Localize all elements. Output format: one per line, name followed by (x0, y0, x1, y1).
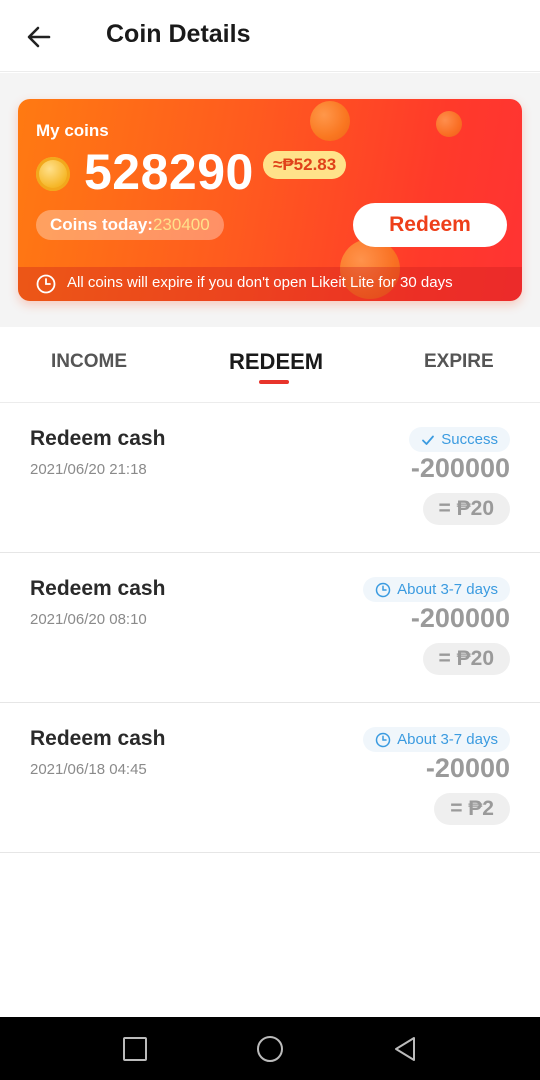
circle-icon (257, 1036, 283, 1062)
coin-icon (36, 157, 70, 191)
transaction-row[interactable]: Redeem cash 2021/06/20 08:10 About 3-7 d… (0, 553, 540, 703)
coins-today-label: Coins today: (50, 215, 153, 234)
system-nav-bar (0, 1017, 540, 1080)
transaction-row[interactable]: Redeem cash 2021/06/20 21:18 Success -20… (0, 403, 540, 553)
tab-income[interactable]: INCOME (51, 351, 127, 373)
transaction-amount: -20000 (425, 753, 510, 783)
check-icon (422, 435, 435, 445)
peso-value-pill: = ₱2 (434, 793, 510, 825)
expire-notice-text: All coins will expire if you don't open … (67, 274, 453, 291)
transaction-title: Redeem cash (30, 577, 166, 600)
transaction-title: Redeem cash (30, 727, 166, 750)
transaction-title: Redeem cash (30, 427, 166, 450)
status-badge: Success (409, 427, 510, 452)
status-badge: About 3-7 days (363, 577, 510, 602)
transaction-amount: -200000 (410, 603, 510, 633)
peso-equivalent-badge: ≈₱52.83 (263, 151, 347, 179)
home-button[interactable] (255, 1034, 285, 1064)
clock-icon (36, 274, 56, 294)
back-button[interactable] (20, 18, 58, 56)
transaction-row[interactable]: Redeem cash 2021/06/18 04:45 About 3-7 d… (0, 703, 540, 853)
triangle-back-icon (395, 1037, 415, 1061)
coin-balance-card: My coins 528290 ≈₱52.83 Coins today:2304… (18, 99, 522, 301)
peso-value-pill: = ₱20 (422, 493, 510, 525)
status-badge: About 3-7 days (363, 727, 510, 752)
transaction-date: 2021/06/18 04:45 (30, 761, 147, 778)
tab-expire[interactable]: EXPIRE (424, 351, 494, 373)
redeem-button[interactable]: Redeem (353, 203, 507, 247)
coins-today-value: 230400 (152, 215, 210, 234)
status-text: About 3-7 days (397, 581, 498, 598)
arrow-left-icon (27, 26, 51, 48)
tab-bar: INCOME REDEEM EXPIRE (0, 327, 540, 403)
transaction-date: 2021/06/20 21:18 (30, 461, 147, 478)
transaction-date: 2021/06/20 08:10 (30, 611, 147, 628)
active-tab-indicator (259, 380, 289, 384)
expire-notice-bar: All coins will expire if you don't open … (18, 267, 522, 301)
decorative-coin-icon (310, 101, 350, 141)
app-header: Coin Details (0, 0, 540, 72)
coins-today-pill: Coins today:230400 (36, 210, 224, 240)
status-text: About 3-7 days (397, 731, 498, 748)
square-icon (123, 1037, 147, 1061)
coin-balance: 528290 (84, 144, 254, 200)
page-title: Coin Details (106, 20, 251, 48)
clock-icon (375, 732, 391, 747)
decorative-coin-icon (436, 111, 462, 137)
status-text: Success (441, 431, 498, 448)
tab-redeem[interactable]: REDEEM (229, 349, 323, 375)
coin-card-section: My coins 528290 ≈₱52.83 Coins today:2304… (0, 73, 540, 327)
peso-value-pill: = ₱20 (422, 643, 510, 675)
recents-button[interactable] (120, 1034, 150, 1064)
transaction-amount: -200000 (410, 453, 510, 483)
my-coins-label: My coins (36, 121, 109, 140)
back-nav-button[interactable] (390, 1034, 420, 1064)
clock-icon (375, 582, 391, 597)
